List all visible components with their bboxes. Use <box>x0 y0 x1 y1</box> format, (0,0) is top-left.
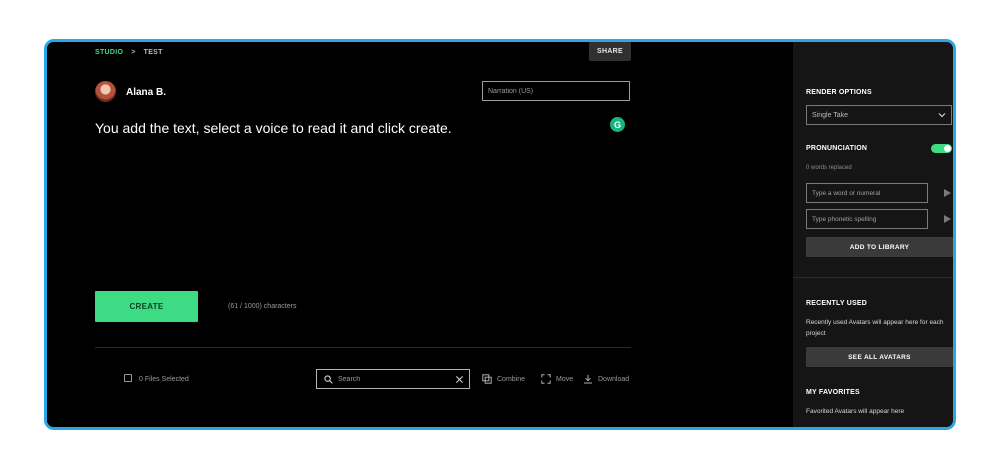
play-icon[interactable] <box>944 215 951 223</box>
file-search <box>316 369 470 389</box>
recently-used-text: Recently used Avatars will appear here f… <box>806 319 944 337</box>
add-to-library-button[interactable]: ADD TO LIBRARY <box>806 237 953 257</box>
character-count: (61 / 1000) characters <box>228 303 297 310</box>
render-options-title: RENDER OPTIONS <box>806 89 872 96</box>
search-icon <box>324 374 333 384</box>
app-window: STUDIO > TEST SHARE Alana B. You add the… <box>44 39 956 430</box>
create-button[interactable]: CREATE <box>95 291 198 322</box>
side-panel: RENDER OPTIONS Single Take PRONUNCIATION… <box>793 42 953 427</box>
breadcrumb-separator: > <box>131 49 136 56</box>
move-button[interactable]: Move <box>541 374 573 384</box>
grammarly-icon[interactable]: G <box>610 117 625 132</box>
divider <box>95 347 631 348</box>
breadcrumb-studio[interactable]: STUDIO <box>95 49 123 56</box>
main-area: STUDIO > TEST SHARE Alana B. You add the… <box>47 42 793 427</box>
play-icon[interactable] <box>944 189 951 197</box>
combine-button[interactable]: Combine <box>482 374 525 384</box>
favorites-title: MY FAVORITES <box>806 389 860 396</box>
move-label: Move <box>556 375 574 383</box>
word-input[interactable] <box>806 183 928 203</box>
breadcrumb: STUDIO > TEST <box>95 49 163 56</box>
phonetic-input[interactable] <box>806 209 928 229</box>
render-options-select[interactable]: Single Take <box>806 105 952 125</box>
close-icon[interactable] <box>455 375 464 384</box>
voice-input[interactable] <box>482 81 630 101</box>
pronunciation-title: PRONUNCIATION <box>806 145 868 152</box>
breadcrumb-current: TEST <box>143 49 163 56</box>
panel-divider <box>793 277 953 278</box>
render-option-value: Single Take <box>812 111 849 119</box>
files-selected-label: 0 Files Selected <box>139 376 189 383</box>
user-name: Alana B. <box>126 87 167 98</box>
words-replaced: 0 words replaced <box>806 165 852 171</box>
script-text[interactable]: You add the text, select a voice to read… <box>95 120 452 136</box>
chevron-down-icon <box>938 113 946 118</box>
see-all-avatars-button[interactable]: SEE ALL AVATARS <box>806 347 953 367</box>
download-button[interactable]: Download <box>583 374 629 384</box>
search-input[interactable] <box>338 370 455 388</box>
select-all-checkbox[interactable] <box>124 374 132 382</box>
user-avatar[interactable] <box>95 81 116 102</box>
pronunciation-toggle[interactable] <box>931 144 952 153</box>
combine-label: Combine <box>497 375 526 383</box>
download-icon <box>584 374 592 384</box>
combine-icon <box>482 374 492 384</box>
move-icon <box>541 374 551 384</box>
favorites-text: Favorited Avatars will appear here <box>806 408 905 415</box>
recently-used-title: RECENTLY USED <box>806 300 867 307</box>
download-label: Download <box>598 375 630 383</box>
share-button[interactable]: SHARE <box>589 42 631 61</box>
